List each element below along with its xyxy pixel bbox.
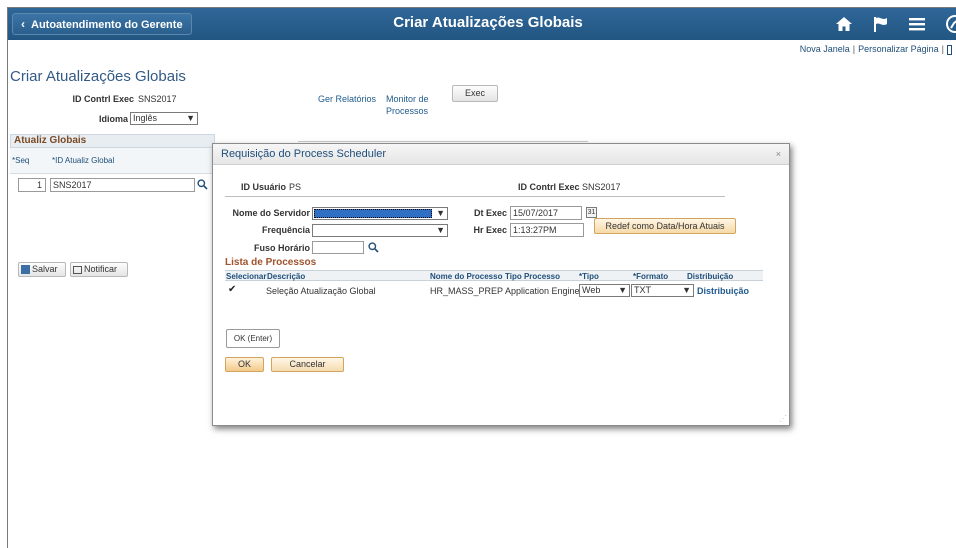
- process-list-header: Selecionar Descrição Nome do Processo Ti…: [225, 270, 763, 281]
- cancel-button[interactable]: Cancelar: [271, 357, 344, 372]
- compass-icon[interactable]: [945, 15, 956, 33]
- col-format: *Formato: [633, 272, 669, 281]
- chevron-left-icon: ‹: [21, 17, 25, 31]
- save-button[interactable]: Salvar: [18, 262, 66, 277]
- col-process-name: Nome do Processo: [430, 272, 503, 281]
- server-name-select[interactable]: ▼: [312, 207, 448, 220]
- notify-button[interactable]: Notificar: [70, 262, 128, 277]
- frequency-select[interactable]: ▼: [312, 224, 448, 237]
- run-control-value: SNS2017: [138, 94, 177, 104]
- language-label: Idioma: [98, 114, 128, 124]
- server-name-value: [314, 209, 432, 218]
- user-id-label: ID Usuário: [241, 182, 287, 192]
- col-select: Selecionar: [226, 272, 267, 281]
- col-type: *Tipo: [579, 272, 599, 281]
- page-title: Criar Atualizações Globais: [10, 68, 186, 85]
- language-select-value: Inglês: [133, 113, 158, 123]
- close-icon[interactable]: ×: [776, 149, 781, 159]
- grid-columns: *Seq *ID Atualiz Global: [10, 148, 215, 174]
- chevron-down-icon: ▼: [682, 285, 691, 295]
- search-icon[interactable]: [368, 242, 379, 255]
- dialog-separator: [225, 196, 725, 197]
- flag-icon[interactable]: [873, 15, 889, 33]
- type-value: Web: [582, 285, 601, 295]
- header-icons: [835, 12, 956, 36]
- back-button-label: Autoatendimento do Gerente: [31, 19, 183, 31]
- col-distribution: Distribuição: [687, 272, 734, 281]
- grid-header: Atualiz Globais: [10, 134, 215, 148]
- home-icon[interactable]: [835, 15, 853, 33]
- format-select[interactable]: TXT ▼: [631, 284, 694, 297]
- col-id: *ID Atualiz Global: [52, 156, 115, 165]
- dialog-run-control-value: SNS2017: [582, 182, 621, 192]
- run-control-label: ID Contrl Exec: [72, 94, 134, 104]
- header-banner: ‹ Autoatendimento do Gerente Criar Atuali…: [8, 8, 956, 40]
- dialog-title-bar: Requisição do Process Scheduler ×: [213, 144, 789, 165]
- dialog-title: Requisição do Process Scheduler: [221, 148, 387, 160]
- back-button[interactable]: ‹ Autoatendimento do Gerente: [12, 13, 192, 35]
- run-time-input[interactable]: 1:13:27PM: [510, 223, 584, 237]
- ok-button[interactable]: OK: [225, 357, 264, 372]
- col-description: Descrição: [267, 272, 306, 281]
- exec-button[interactable]: Exec: [452, 85, 498, 102]
- server-name-label: Nome do Servidor: [232, 208, 310, 218]
- background-divider: [298, 141, 588, 142]
- chevron-down-icon: ▼: [436, 225, 445, 235]
- timezone-label: Fuso Horário: [253, 243, 310, 253]
- run-date-input[interactable]: 15/07/2017: [510, 206, 582, 220]
- report-manager-link[interactable]: Ger Relatórios: [318, 94, 376, 104]
- timezone-input[interactable]: [312, 241, 364, 254]
- col-seq: *Seq: [12, 156, 30, 165]
- run-time-label: Hr Exec: [473, 225, 507, 235]
- personalize-page-link[interactable]: Personalizar Página: [858, 44, 939, 54]
- header-title: Criar Atualizações Globais: [393, 14, 583, 31]
- new-window-link[interactable]: Nova Janela: [800, 44, 850, 54]
- chevron-down-icon: ▼: [436, 208, 445, 218]
- app-frame: ‹ Autoatendimento do Gerente Criar Atuali…: [7, 7, 956, 548]
- process-description: Seleção Atualização Global: [266, 286, 376, 296]
- global-update-id-input[interactable]: SNS2017: [50, 178, 195, 192]
- format-value: TXT: [634, 285, 651, 295]
- distribution-link[interactable]: Distribuição: [697, 286, 749, 296]
- calendar-icon[interactable]: 31: [586, 207, 597, 218]
- select-checkbox[interactable]: ✔: [228, 285, 238, 295]
- user-id-value: PS: [289, 182, 302, 192]
- seq-input[interactable]: 1: [18, 178, 46, 192]
- top-links: Nova Janela | Personalizar Página |: [800, 44, 952, 55]
- menu-icon[interactable]: [909, 17, 925, 31]
- language-select[interactable]: Inglês ▼: [130, 112, 198, 125]
- chevron-down-icon: ▼: [186, 113, 195, 123]
- process-list-title: Lista de Processos: [225, 257, 317, 268]
- resize-handle-icon[interactable]: ⋰: [779, 414, 787, 423]
- ok-enter-button[interactable]: OK (Enter): [226, 329, 280, 348]
- col-process-type: Tipo Processo: [505, 272, 560, 281]
- process-monitor-link[interactable]: Monitor de Processos: [386, 94, 429, 116]
- run-date-label: Dt Exec: [473, 208, 507, 218]
- save-icon: [21, 265, 30, 275]
- chevron-down-icon: ▼: [618, 285, 627, 295]
- search-icon[interactable]: [197, 179, 208, 192]
- dialog-run-control-label: ID Contrl Exec: [518, 182, 580, 192]
- type-select[interactable]: Web ▼: [579, 284, 630, 297]
- notify-icon: [73, 265, 82, 274]
- frequency-label: Frequência: [261, 225, 310, 235]
- reset-datetime-button[interactable]: Redef como Data/Hora Atuais: [594, 218, 736, 234]
- help-icon[interactable]: [947, 44, 952, 55]
- process-name: HR_MASS_PREP: [430, 286, 504, 296]
- process-scheduler-dialog: Requisição do Process Scheduler × ID Usu…: [212, 143, 790, 426]
- process-type: Application Engine: [505, 286, 580, 296]
